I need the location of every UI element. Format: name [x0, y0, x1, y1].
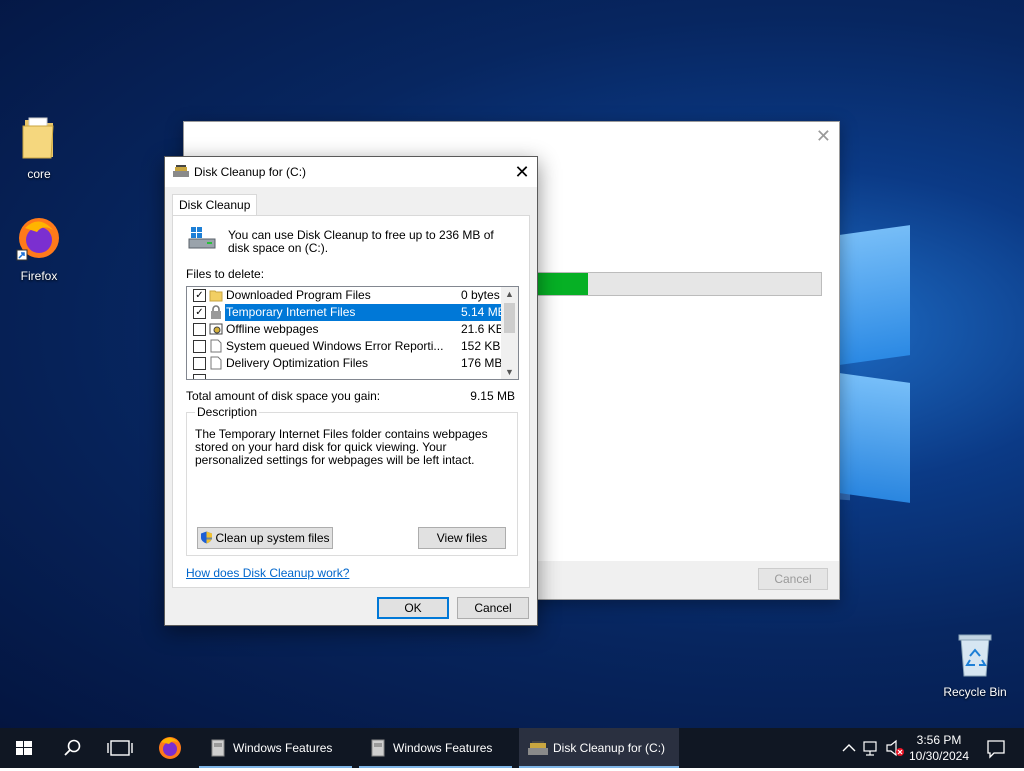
title-bar[interactable]: Disk Cleanup for (C:) ✕ [165, 157, 537, 187]
lock-icon [211, 305, 221, 319]
network-icon [863, 741, 877, 756]
scroll-up-icon[interactable]: ▲ [501, 287, 518, 301]
task-view-icon [107, 740, 133, 756]
search-button[interactable] [48, 728, 96, 768]
cancel-button-disabled: Cancel [758, 568, 828, 590]
clean-up-system-files-label: Clean up system files [215, 531, 330, 545]
list-item[interactable]: System queued Windows Error Reporti... 1… [187, 338, 500, 355]
windows-features-icon [211, 739, 225, 757]
uac-shield-icon [201, 531, 213, 544]
close-button[interactable]: ✕ [507, 157, 537, 187]
files-to-delete-label: Files to delete: [186, 267, 265, 281]
progress-bar [536, 272, 822, 296]
file-icon [210, 339, 222, 353]
disk-cleanup-icon [173, 165, 189, 177]
folder-icon [22, 117, 54, 159]
dialog-title: Disk Cleanup for (C:) [194, 165, 307, 179]
desktop-icon-firefox[interactable]: Firefox [4, 214, 74, 283]
clock-date: 10/30/2024 [908, 749, 970, 763]
scrollbar[interactable]: ▲ ▼ [501, 287, 518, 379]
list-item[interactable]: Delivery Optimization Files 176 MB [187, 355, 502, 372]
taskbar: Windows Features Windows Features Disk C… [0, 728, 1024, 768]
clock-time: 3:56 PM [916, 733, 962, 747]
checkbox[interactable] [193, 357, 206, 370]
show-hidden-icons-button[interactable] [838, 728, 860, 768]
close-icon[interactable]: ✕ [816, 126, 831, 147]
tab-disk-cleanup[interactable]: Disk Cleanup [172, 194, 258, 215]
list-item-partial [187, 372, 500, 379]
file-icon [210, 356, 222, 370]
info-text: You can use Disk Cleanup to free up to 2… [228, 228, 494, 255]
clean-up-system-files-button[interactable]: Clean up system files [197, 527, 333, 549]
scroll-thumb[interactable] [504, 303, 515, 333]
start-button[interactable] [0, 728, 48, 768]
firefox-icon [16, 218, 59, 261]
checkbox [193, 374, 206, 379]
list-item[interactable]: Offline webpages 21.6 KB [187, 321, 504, 338]
description-text: The Temporary Internet Files folder cont… [195, 427, 488, 467]
taskbar-windows-features-1[interactable]: Windows Features [199, 728, 352, 768]
description-legend: Description [195, 405, 260, 419]
recycle-bin-icon [958, 634, 992, 677]
offline-web-icon [209, 323, 223, 335]
folder-icon [209, 290, 223, 302]
total-space-label: Total amount of disk space you gain: [186, 389, 381, 403]
progress-fill [537, 273, 589, 295]
checkbox[interactable]: ✓ [193, 306, 206, 319]
total-space-value: 9.15 MB [470, 389, 515, 403]
desktop-icon-core[interactable]: core [4, 112, 74, 181]
windows-start-icon [16, 741, 32, 755]
desktop-icon-recycle-bin[interactable]: Recycle Bin [940, 632, 1010, 699]
checkbox[interactable] [193, 323, 206, 336]
chevron-up-icon [842, 744, 856, 752]
help-link[interactable]: How does Disk Cleanup work? [186, 566, 349, 580]
notifications-button[interactable] [976, 728, 1016, 768]
cancel-button[interactable]: Cancel [457, 597, 529, 619]
list-item[interactable]: ✓ Downloaded Program Files 0 bytes [187, 287, 500, 304]
ok-button[interactable]: OK [377, 597, 449, 619]
network-tray[interactable] [860, 728, 882, 768]
task-view-button[interactable] [96, 728, 144, 768]
view-files-button[interactable]: View files [418, 527, 506, 549]
checkbox[interactable] [193, 340, 206, 353]
windows-features-icon [371, 739, 385, 757]
disk-cleanup-dialog: Disk Cleanup for (C:) ✕ Disk Cleanup You… [164, 156, 538, 626]
notification-icon [987, 740, 1005, 759]
checkbox[interactable]: ✓ [193, 289, 206, 302]
taskbar-disk-cleanup[interactable]: Disk Cleanup for (C:) [519, 728, 679, 768]
tab-panel: You can use Disk Cleanup to free up to 2… [172, 215, 530, 588]
scroll-down-icon[interactable]: ▼ [501, 365, 518, 379]
drive-icon [188, 227, 216, 249]
taskbar-firefox[interactable] [146, 728, 194, 768]
taskbar-windows-features-2[interactable]: Windows Features [359, 728, 512, 768]
disk-cleanup-icon [528, 741, 548, 755]
list-item[interactable]: ✓ Temporary Internet Files 5.14 MB [187, 304, 506, 321]
files-list[interactable]: ✓ Downloaded Program Files 0 bytes ✓ Tem… [186, 286, 519, 380]
clock[interactable]: 3:56 PM 10/30/2024 [904, 732, 974, 764]
search-icon [64, 739, 81, 756]
firefox-icon [159, 737, 181, 759]
windows-logo-wallpaper [840, 225, 915, 510]
